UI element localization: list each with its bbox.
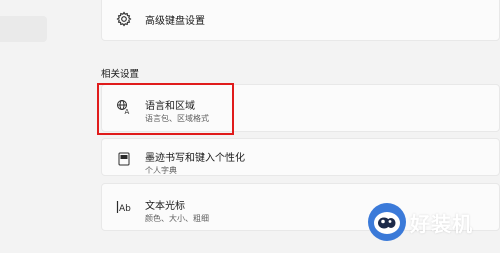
language-region-subtitle: 语言包、区域格式 — [145, 114, 209, 123]
ink-typing-title: 墨迹书写和键入个性化 — [145, 153, 245, 164]
text-cursor-title: 文本光标 — [145, 201, 185, 212]
nav-item-selected[interactable] — [0, 16, 47, 42]
ink-typing-subtitle: 个人字典 — [145, 166, 177, 175]
ink-typing-personalization-card[interactable]: 墨迹书写和键入个性化 个人字典 — [101, 138, 500, 176]
language-region-card[interactable]: A 语言和区域 语言包、区域格式 — [101, 84, 500, 132]
navigation-pane — [0, 0, 92, 249]
advanced-keyboard-settings-label: 高级键盘设置 — [145, 16, 205, 27]
language-region-title: 语言和区域 — [145, 101, 195, 112]
language-icon: A — [116, 99, 132, 116]
gear-icon — [116, 11, 132, 27]
text-cursor-subtitle: 颜色、大小、粗细 — [145, 214, 209, 223]
related-settings-heading: 相关设置 — [101, 69, 140, 80]
watermark-text: 好装机 — [410, 212, 473, 236]
text-cursor-icon: Ab — [116, 199, 132, 215]
advanced-keyboard-settings-card[interactable]: 高级键盘设置 — [101, 0, 500, 41]
svg-text:A: A — [125, 108, 130, 115]
watermark-mascot-icon — [368, 203, 406, 241]
notebook-icon — [116, 151, 132, 167]
svg-text:Ab: Ab — [119, 204, 131, 214]
